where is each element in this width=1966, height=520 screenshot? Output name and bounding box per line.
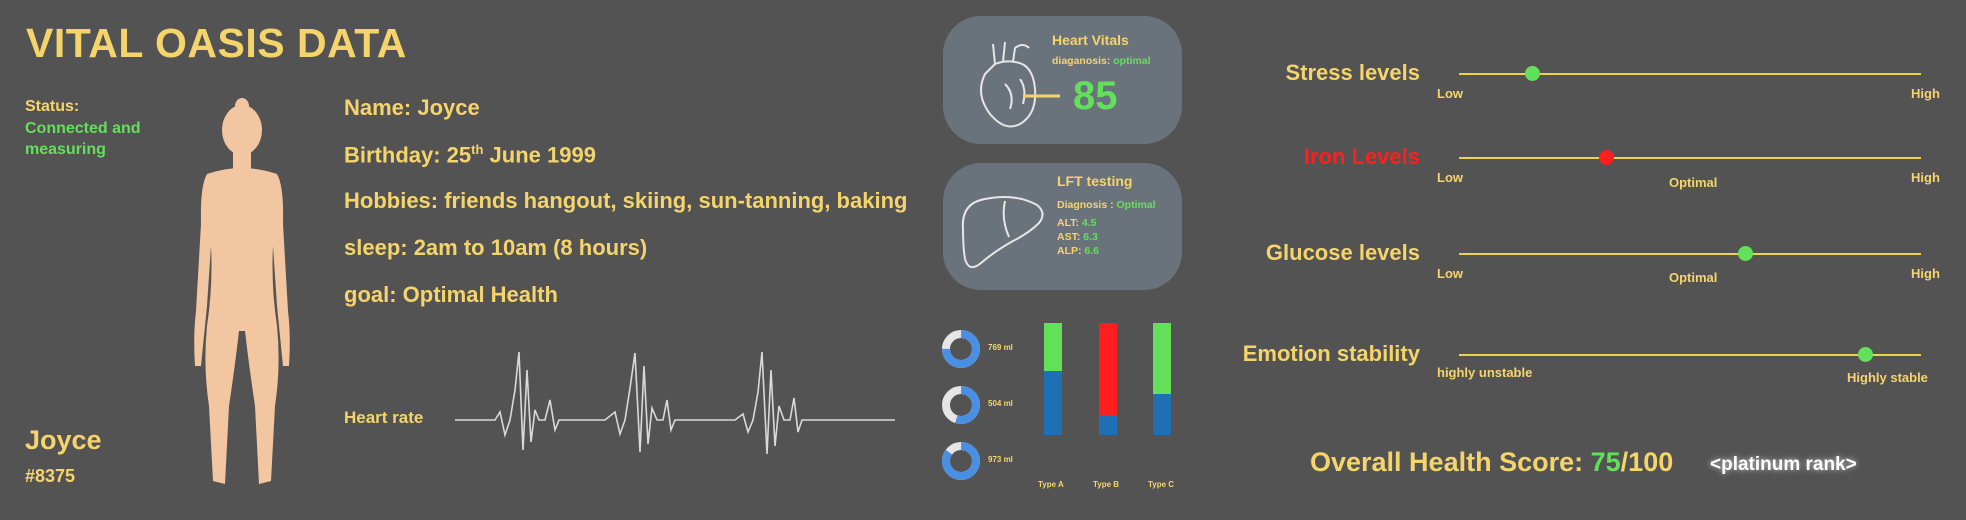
lft-alt-label: ALT:: [1057, 217, 1082, 229]
lft-values: ALT: 4.5 AST: 6.3 ALP: 6.6: [1057, 216, 1099, 258]
lft-diagnosis-label: Diagnosis :: [1057, 199, 1117, 211]
heart-icon: [980, 41, 1060, 128]
slider-high-label: High: [1911, 266, 1940, 281]
heart-vitals-card: Heart Vitals diaganosis: optimal 85: [943, 16, 1182, 144]
bar: [1044, 323, 1062, 435]
lft-title: LFT testing: [1057, 173, 1133, 189]
lft-ast-label: AST:: [1057, 231, 1084, 243]
slider-low-label: Low: [1437, 86, 1463, 101]
slider-track: [1459, 157, 1921, 159]
slider-high-label: High: [1911, 170, 1940, 185]
lft-diagnosis-value: Optimal: [1116, 199, 1156, 211]
heart-rate-graph: [455, 351, 895, 455]
bar: [1099, 323, 1117, 435]
heart-diagnosis-value: optimal: [1113, 55, 1151, 67]
bar-label: Type C: [1148, 480, 1175, 489]
body-figure-icon: [194, 98, 290, 484]
overall-score: Overall Health Score: 75/100: [1310, 447, 1673, 478]
birthday-prefix: Birthday: 25: [344, 142, 472, 168]
rank-badge: <platinum rank>: [1710, 454, 1857, 475]
score-total: /100: [1620, 447, 1674, 477]
donut-item: 769 ml: [940, 328, 1013, 375]
profile-birthday: Birthday: 25th June 1999: [344, 142, 596, 168]
profile-hobbies: Hobbies: friends hangout, skiing, sun-ta…: [344, 188, 908, 213]
heart-diagnosis-label: diaganosis:: [1052, 55, 1114, 67]
donut-group: 769 ml 504 ml 973 ml: [940, 328, 1020, 483]
donut-label: 504 ml: [988, 399, 1013, 408]
slider-high-label: High: [1911, 86, 1940, 101]
bar-bottom-segment: [1044, 371, 1062, 435]
slider-glucose[interactable]: Glucose levels Low Optimal High: [1160, 240, 1950, 300]
liver-icon: [961, 196, 1044, 269]
slider-high-label: Highly stable: [1847, 370, 1928, 385]
status-value: Connected and measuring: [25, 120, 141, 158]
slider-emotion[interactable]: Emotion stability highly unstable Highly…: [1160, 341, 1950, 401]
lft-diagnosis: Diagnosis : Optimal: [1057, 199, 1156, 211]
heart-rate-value: 85: [1073, 74, 1118, 118]
lft-ast-value: 6.3: [1083, 231, 1098, 243]
slider-knob[interactable]: [1858, 347, 1874, 362]
slider-track: [1459, 253, 1921, 255]
slider-label: Glucose levels: [1265, 240, 1420, 265]
heart-diagnosis: diaganosis: optimal: [1052, 55, 1151, 67]
lft-alp-label: ALP:: [1057, 245, 1085, 257]
slider-low-label: Low: [1437, 266, 1463, 281]
slider-iron[interactable]: Iron Levels Low Optimal High: [1160, 144, 1950, 204]
slider-knob[interactable]: [1525, 66, 1541, 81]
bar-top-segment: [1044, 323, 1062, 372]
donut-item: 973 ml: [940, 440, 1013, 487]
bar-top-segment: [1099, 323, 1117, 415]
slider-low-label: Low: [1437, 170, 1463, 185]
bar-label: Type B: [1093, 480, 1120, 489]
heart-vitals-title: Heart Vitals: [1052, 32, 1129, 48]
user-id: #8375: [25, 466, 76, 486]
slider-low-label: highly unstable: [1437, 365, 1533, 380]
slider-knob[interactable]: [1737, 246, 1753, 261]
slider-track: [1459, 354, 1921, 356]
lft-row-alp: ALP: 6.6: [1057, 244, 1099, 258]
lft-card: LFT testing Diagnosis : Optimal ALT: 4.5…: [943, 163, 1182, 290]
lft-alp-value: 6.6: [1084, 245, 1100, 257]
page-title: VITAL OASIS DATA: [26, 20, 407, 66]
birthday-suffix: June 1999: [483, 142, 596, 168]
score-value: 75: [1590, 447, 1621, 477]
heart-rate-label: Heart rate: [344, 408, 424, 427]
birthday-sup: th: [471, 142, 484, 157]
lft-alt-value: 4.5: [1081, 217, 1097, 229]
slider-mid-label: Optimal: [1669, 270, 1718, 285]
donut-chart: [942, 330, 980, 368]
bar-label: Type A: [1038, 480, 1064, 489]
user-name: Joyce: [25, 425, 102, 455]
profile-goal: goal: Optimal Health: [344, 282, 558, 307]
status-label: Status:: [25, 98, 80, 115]
donut-chart: [942, 386, 980, 424]
donut-label: 973 ml: [988, 455, 1013, 464]
slider-mid-label: Optimal: [1669, 175, 1718, 190]
donut-chart: [942, 442, 980, 480]
lft-row-ast: AST: 6.3: [1057, 230, 1099, 244]
donut-label: 769 ml: [988, 343, 1013, 352]
lft-row-alt: ALT: 4.5: [1057, 216, 1099, 230]
profile-name: Name: Joyce: [344, 95, 480, 120]
slider-label: Iron Levels: [1303, 144, 1420, 169]
bar-bottom-segment: [1099, 414, 1117, 435]
score-label: Overall Health Score:: [1310, 447, 1591, 477]
profile-sleep: sleep: 2am to 10am (8 hours): [344, 235, 648, 260]
slider-label: Stress levels: [1285, 60, 1420, 85]
slider-stress[interactable]: Stress levels Low High: [1160, 60, 1950, 120]
donut-item: 504 ml: [940, 384, 1013, 431]
slider-knob[interactable]: [1599, 150, 1615, 165]
slider-label: Emotion stability: [1242, 341, 1420, 366]
